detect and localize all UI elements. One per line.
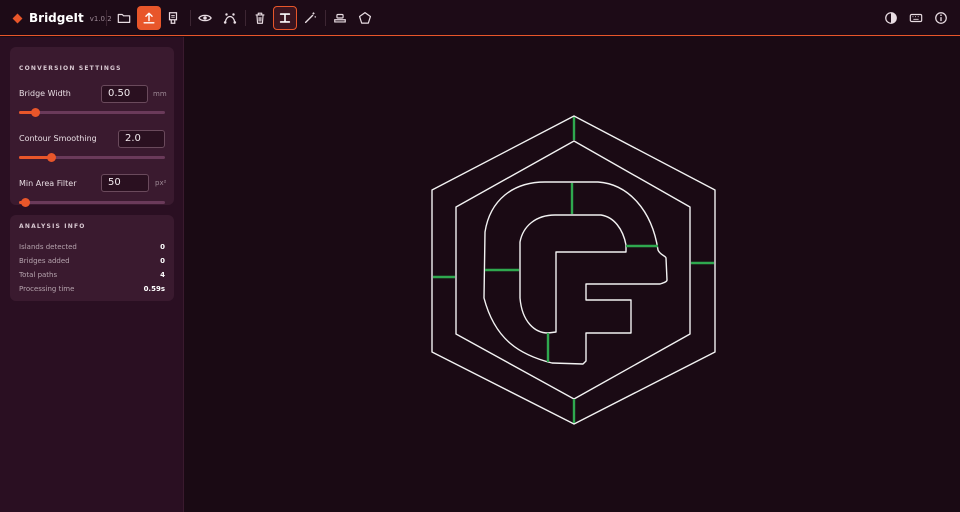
letter-outer-path — [483, 181, 668, 365]
bridge-width-unit: mm — [153, 90, 167, 98]
contour-smoothing-label: Contour Smoothing — [19, 134, 97, 143]
logo-diamond-icon — [12, 13, 23, 23]
preview-button[interactable] — [193, 6, 217, 30]
toolbar-divider — [106, 10, 107, 26]
top-toolbar: BridgeIt v1.0.2 — [0, 0, 960, 36]
stamp-icon — [334, 13, 346, 23]
upload-icon — [143, 12, 155, 24]
contrast-icon — [885, 12, 897, 24]
brand: BridgeIt v1.0.2 — [12, 10, 112, 26]
contour-smoothing-slider[interactable] — [19, 153, 165, 162]
toolbar-divider — [190, 10, 191, 26]
auto-bridge-button[interactable] — [298, 6, 322, 30]
min-area-slider[interactable] — [19, 198, 165, 207]
outer-hexagon-path — [431, 115, 716, 425]
min-area-unit: px² — [155, 179, 167, 187]
about-button[interactable] — [929, 6, 953, 30]
magic-wand-icon — [304, 12, 316, 24]
path-edit-button[interactable] — [218, 6, 242, 30]
toolbar-divider — [245, 10, 246, 26]
conversion-settings-panel: CONVERSION SETTINGS Bridge Width 0.50 mm… — [10, 47, 174, 207]
delete-button[interactable] — [248, 6, 272, 30]
preview-canvas[interactable] — [185, 37, 960, 512]
shape-button[interactable] — [353, 6, 377, 30]
theme-toggle-button[interactable] — [879, 6, 903, 30]
info-icon — [935, 12, 947, 24]
save-icon — [168, 12, 178, 24]
keyboard-icon — [909, 13, 923, 23]
analysis-info-panel: ANALYSIS INFO Islands detected 0 Bridges… — [10, 215, 174, 301]
islands-detected-label: Islands detected — [19, 243, 77, 251]
eye-icon — [198, 14, 212, 22]
stamp-button[interactable] — [328, 6, 352, 30]
bridge-width-slider[interactable] — [19, 108, 165, 117]
trash-icon — [255, 12, 265, 24]
bridge-tool-icon — [279, 13, 291, 23]
bridges-added-value: 0 — [160, 257, 165, 265]
toolbar-divider — [325, 10, 326, 26]
save-button[interactable] — [161, 6, 185, 30]
min-area-label: Min Area Filter — [19, 179, 77, 188]
slider-handle[interactable] — [31, 108, 41, 117]
panel-title: ANALYSIS INFO — [19, 223, 86, 230]
contour-smoothing-input[interactable]: 2.0 — [118, 130, 165, 148]
slider-handle[interactable] — [47, 153, 57, 162]
app-name: BridgeIt — [29, 11, 84, 25]
path-nodes-icon — [223, 13, 237, 24]
sidebar: CONVERSION SETTINGS Bridge Width 0.50 mm… — [0, 37, 184, 512]
total-paths-value: 4 — [160, 271, 165, 279]
processing-time-value: 0.59s — [143, 285, 165, 293]
bridges-added-label: Bridges added — [19, 257, 70, 265]
letter-inner-path — [519, 214, 627, 334]
polygon-icon — [358, 11, 372, 24]
min-area-input[interactable]: 50 — [101, 174, 149, 192]
bridge-width-input[interactable]: 0.50 — [101, 85, 148, 103]
islands-detected-value: 0 — [160, 243, 165, 251]
bridge-tool-button[interactable] — [273, 6, 297, 30]
bridge-width-label: Bridge Width — [19, 89, 71, 98]
panel-title: CONVERSION SETTINGS — [19, 65, 122, 72]
total-paths-label: Total paths — [19, 271, 58, 279]
app-version: v1.0.2 — [89, 15, 112, 23]
slider-handle[interactable] — [20, 198, 30, 207]
upload-button[interactable] — [137, 6, 161, 30]
processing-time-label: Processing time — [19, 285, 75, 293]
keyboard-shortcuts-button[interactable] — [904, 6, 928, 30]
open-file-button[interactable] — [112, 6, 136, 30]
folder-open-icon — [117, 13, 131, 23]
stencil-preview — [431, 115, 716, 425]
